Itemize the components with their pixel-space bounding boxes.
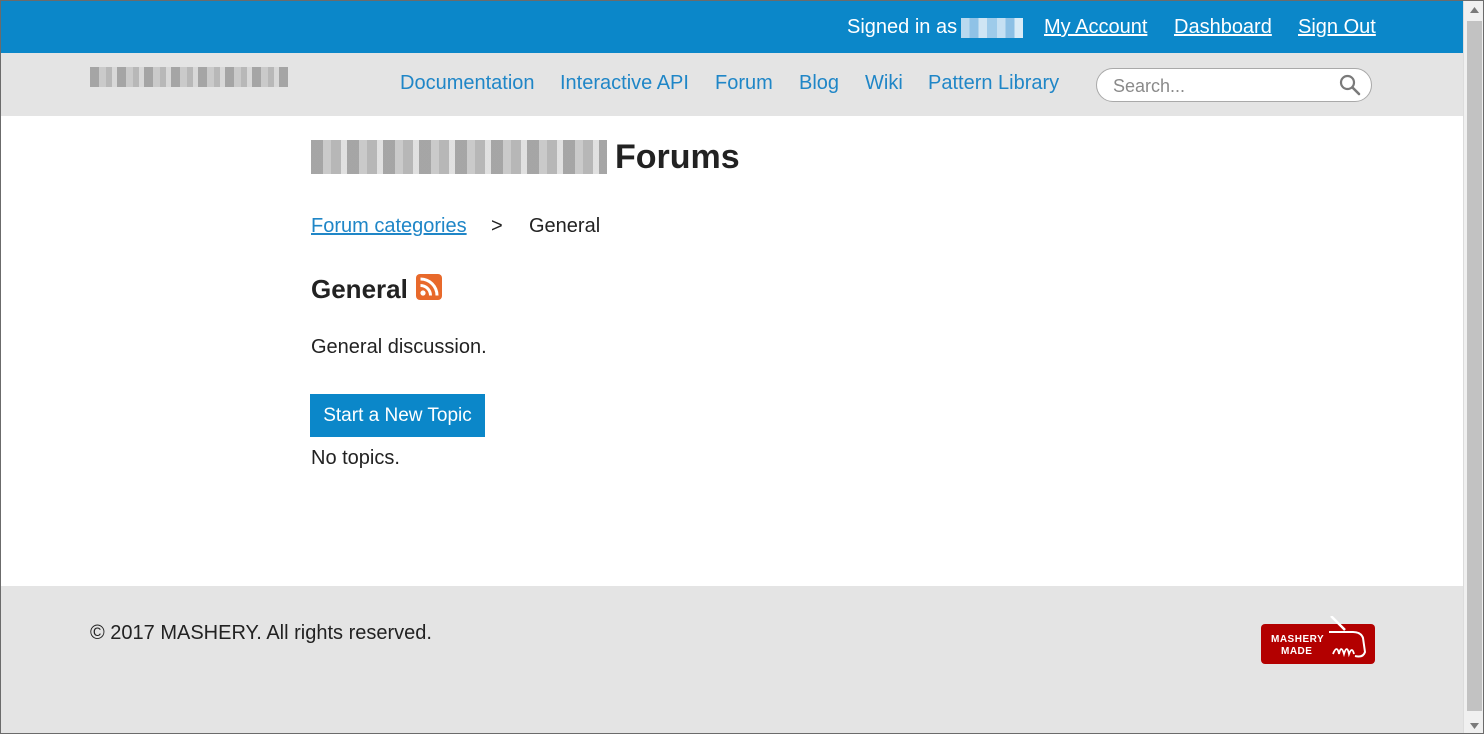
badge-line1: MASHERY	[1271, 634, 1325, 645]
footer: © 2017 MASHERY. All rights reserved. MAS…	[1, 586, 1463, 733]
dashboard-link[interactable]: Dashboard	[1174, 16, 1272, 39]
page-title: Forums	[311, 137, 740, 177]
vertical-scrollbar[interactable]	[1463, 1, 1483, 733]
empty-topics-message: No topics.	[311, 447, 400, 469]
breadcrumb-separator: >	[491, 215, 503, 237]
start-new-topic-button[interactable]: Start a New Topic	[310, 394, 485, 437]
nav-forum[interactable]: Forum	[715, 72, 773, 95]
nav-interactive-api[interactable]: Interactive API	[560, 72, 689, 95]
breadcrumb-forum-categories[interactable]: Forum categories	[311, 215, 467, 237]
sign-out-link[interactable]: Sign Out	[1298, 16, 1376, 39]
badge-line2: MADE	[1281, 646, 1313, 657]
nav-blog[interactable]: Blog	[799, 72, 839, 95]
my-account-link[interactable]: My Account	[1044, 16, 1147, 39]
redacted-site-name	[311, 140, 607, 174]
category-title: General	[311, 274, 408, 304]
scroll-down-arrow-icon[interactable]	[1464, 717, 1483, 733]
search-icon[interactable]	[1338, 73, 1362, 97]
nav-wiki[interactable]: Wiki	[865, 72, 903, 95]
redacted-username	[961, 18, 1023, 38]
mashery-made-badge[interactable]: MASHERY MADE	[1261, 616, 1375, 664]
rss-feed-icon[interactable]	[415, 273, 442, 300]
scroll-up-arrow-icon[interactable]	[1464, 1, 1483, 19]
page-title-text: Forums	[615, 137, 740, 176]
main-nav-bar: Documentation Interactive API Forum Blog…	[1, 53, 1463, 116]
nav-pattern-library[interactable]: Pattern Library	[928, 72, 1059, 95]
nav-documentation[interactable]: Documentation	[400, 72, 535, 95]
category-heading: General	[311, 273, 442, 305]
hand-logo-icon	[1329, 616, 1367, 658]
breadcrumb: Forum categories > General	[311, 215, 600, 238]
scrollbar-thumb[interactable]	[1467, 21, 1482, 711]
copyright-text: © 2017 MASHERY. All rights reserved.	[90, 622, 432, 644]
search-box	[1096, 68, 1372, 102]
signed-in-label: Signed in as	[847, 16, 958, 38]
browser-viewport: Signed in as My Account Dashboard Sign O…	[0, 0, 1484, 734]
top-account-bar: Signed in as My Account Dashboard Sign O…	[1, 1, 1463, 53]
category-description: General discussion.	[311, 336, 487, 358]
breadcrumb-current: General	[529, 215, 601, 237]
site-logo[interactable]	[90, 67, 288, 87]
search-input[interactable]	[1113, 75, 1323, 97]
